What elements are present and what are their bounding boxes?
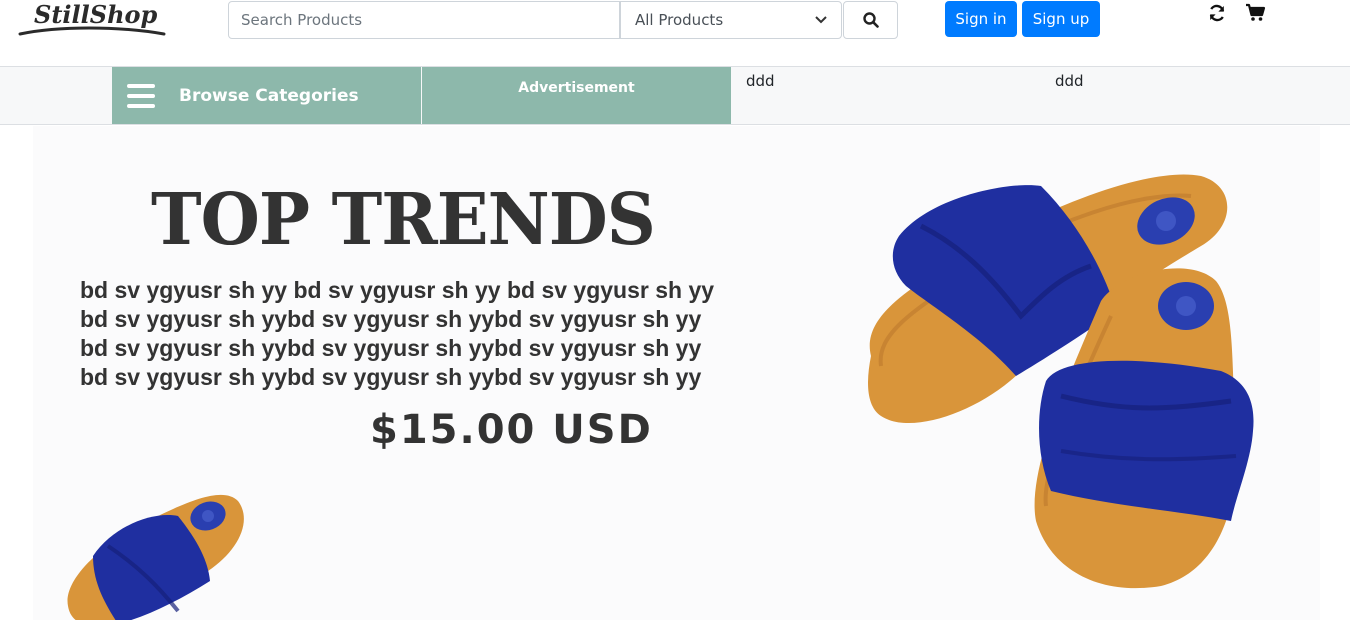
nav-text-2: ddd <box>1055 72 1084 90</box>
hero-price: $15.00 USD <box>370 407 653 453</box>
cart-icon[interactable] <box>1245 3 1267 23</box>
search-input[interactable] <box>228 1 620 39</box>
category-select-value: All Products <box>635 11 724 29</box>
sandal-image <box>1034 268 1254 589</box>
hero-description-line: bd sv ygyusr sh yybd sv ygyusr sh yybd s… <box>80 335 702 361</box>
browse-categories-label: Browse Categories <box>179 85 359 106</box>
hamburger-icon <box>127 83 155 108</box>
hero-description-line: bd sv ygyusr sh yybd sv ygyusr sh yybd s… <box>80 306 702 332</box>
site-logo[interactable]: StillShop <box>18 0 168 40</box>
hero-banner[interactable]: TOP TRENDS bd sv ygyusr sh yy bd sv ygyu… <box>33 126 1320 620</box>
sign-in-button[interactable]: Sign in <box>945 1 1017 37</box>
chevron-down-icon <box>815 16 827 24</box>
search-button[interactable] <box>843 1 898 39</box>
advertisement-label: Advertisement <box>518 80 635 96</box>
search-icon <box>862 12 879 28</box>
site-header: StillShop All Products Sign in Sign up <box>0 0 1350 67</box>
nav-text-1: ddd <box>746 72 775 90</box>
sandal-image <box>67 494 244 620</box>
category-navbar: Browse Categories Advertisement ddd ddd <box>0 67 1350 125</box>
browse-categories-button[interactable]: Browse Categories <box>112 67 421 124</box>
hero-description: bd sv ygyusr sh yy bd sv ygyusr sh yy bd… <box>80 276 720 392</box>
hero-description-line: bd sv ygyusr sh yy bd sv ygyusr sh yy bd… <box>80 277 715 303</box>
sign-up-button[interactable]: Sign up <box>1022 1 1100 37</box>
hero-description-line: bd sv ygyusr sh yybd sv ygyusr sh yybd s… <box>80 364 702 390</box>
refresh-icon[interactable] <box>1207 3 1227 23</box>
category-select[interactable]: All Products <box>620 1 842 39</box>
logo-swoosh-icon <box>18 26 166 36</box>
advertisement-tab[interactable]: Advertisement <box>422 67 731 124</box>
hero-title: TOP TRENDS <box>151 178 656 262</box>
